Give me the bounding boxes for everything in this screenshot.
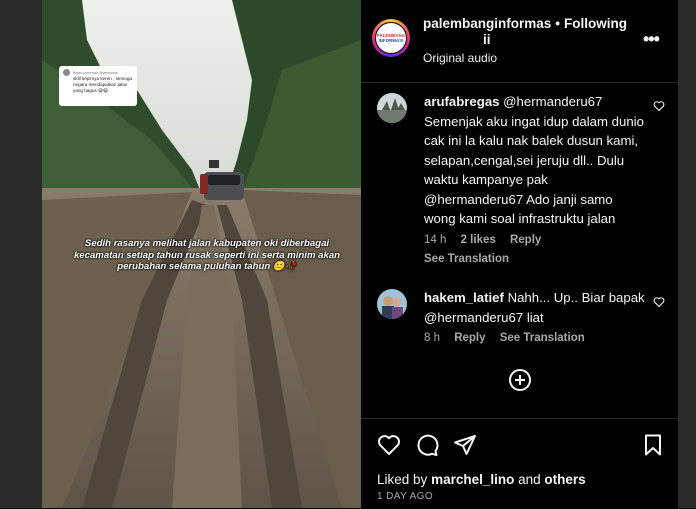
comment-meta: 14 h 2 likes Reply bbox=[424, 231, 646, 251]
post-date[interactable]: 1 DAY AGO bbox=[377, 491, 433, 502]
left-gutter bbox=[0, 0, 42, 508]
bookmark-icon[interactable] bbox=[641, 433, 665, 457]
commenter-avatar[interactable] bbox=[377, 289, 407, 319]
post-side-panel: PALEMBANG INFORMASI palembanginformas • Fo… bbox=[361, 0, 678, 508]
liked-prefix: Liked by bbox=[377, 472, 428, 487]
share-icon[interactable] bbox=[453, 433, 477, 457]
liked-user-link[interactable]: marchel_lino bbox=[431, 472, 514, 487]
avatar-image bbox=[377, 93, 407, 123]
comment-heart-icon[interactable] bbox=[653, 296, 665, 308]
comment-icon[interactable] bbox=[415, 433, 439, 457]
header-title: palembanginformas • Following ii bbox=[423, 16, 639, 48]
post-media-video[interactable]: Balas komentar @yemiwiria skill kepimya … bbox=[42, 0, 361, 508]
more-horizontal-icon[interactable]: ••• bbox=[643, 29, 660, 50]
comment-meta: 8 h Reply See Translation bbox=[424, 329, 646, 349]
comment-time: 14 h bbox=[424, 233, 447, 246]
video-caption: Sedih rasanya melihat jalan kabupaten ok… bbox=[73, 238, 341, 272]
comment-time: 8 h bbox=[424, 332, 440, 344]
comment-likes[interactable]: 2 likes bbox=[461, 234, 496, 246]
reply-button[interactable]: Reply bbox=[510, 234, 541, 246]
reply-sticker: Balas komentar @yemiwiria skill kepimya … bbox=[59, 66, 137, 106]
see-translation-link[interactable]: See Translation bbox=[500, 332, 585, 344]
liked-and: and bbox=[518, 472, 541, 487]
liked-others-link[interactable]: others bbox=[544, 472, 585, 487]
comment-heart-icon[interactable] bbox=[653, 100, 665, 112]
sticker-text: skill kepimya keren , semoga negara mend… bbox=[73, 76, 132, 93]
reply-button[interactable]: Reply bbox=[454, 332, 485, 344]
sticker-avatar bbox=[63, 69, 70, 76]
profile-avatar[interactable]: PALEMBANG INFORMASI bbox=[372, 19, 410, 57]
comment-username[interactable]: hakem_latief bbox=[424, 290, 504, 305]
post-header: PALEMBANG INFORMASI palembanginformas • Fo… bbox=[361, 0, 678, 83]
commenter-avatar[interactable] bbox=[377, 93, 407, 123]
sticker-header: Balas komentar @yemiwiria bbox=[73, 70, 118, 75]
heart-icon[interactable] bbox=[377, 433, 401, 457]
avatar-image bbox=[377, 289, 407, 319]
comment-body: arufabregas @hermanderu67 Semenjak aku i… bbox=[424, 92, 646, 270]
plus-circle-icon[interactable] bbox=[508, 368, 532, 392]
audio-link[interactable]: Original audio bbox=[423, 51, 497, 65]
username-link[interactable]: palembanginformas bbox=[423, 16, 551, 31]
following-button[interactable]: Following bbox=[564, 16, 627, 31]
logo-line2: INFORMASI bbox=[378, 38, 404, 43]
separator-dot: • bbox=[555, 16, 561, 31]
comment-username[interactable]: arufabregas bbox=[424, 94, 500, 109]
see-translation-link[interactable]: See Translation bbox=[424, 250, 646, 270]
post-actions: Liked by marchel_lino and others 1 DAY A… bbox=[361, 418, 678, 509]
comment-text: @hermanderu67 Semenjak aku ingat idup da… bbox=[424, 94, 644, 226]
username-link-cont[interactable]: ii bbox=[483, 32, 491, 47]
liked-by-summary: Liked by marchel_lino and others bbox=[377, 472, 586, 487]
right-gutter bbox=[678, 0, 696, 508]
comment-body: hakem_latief Nahh... Up.. Biar bapak @he… bbox=[424, 288, 646, 349]
